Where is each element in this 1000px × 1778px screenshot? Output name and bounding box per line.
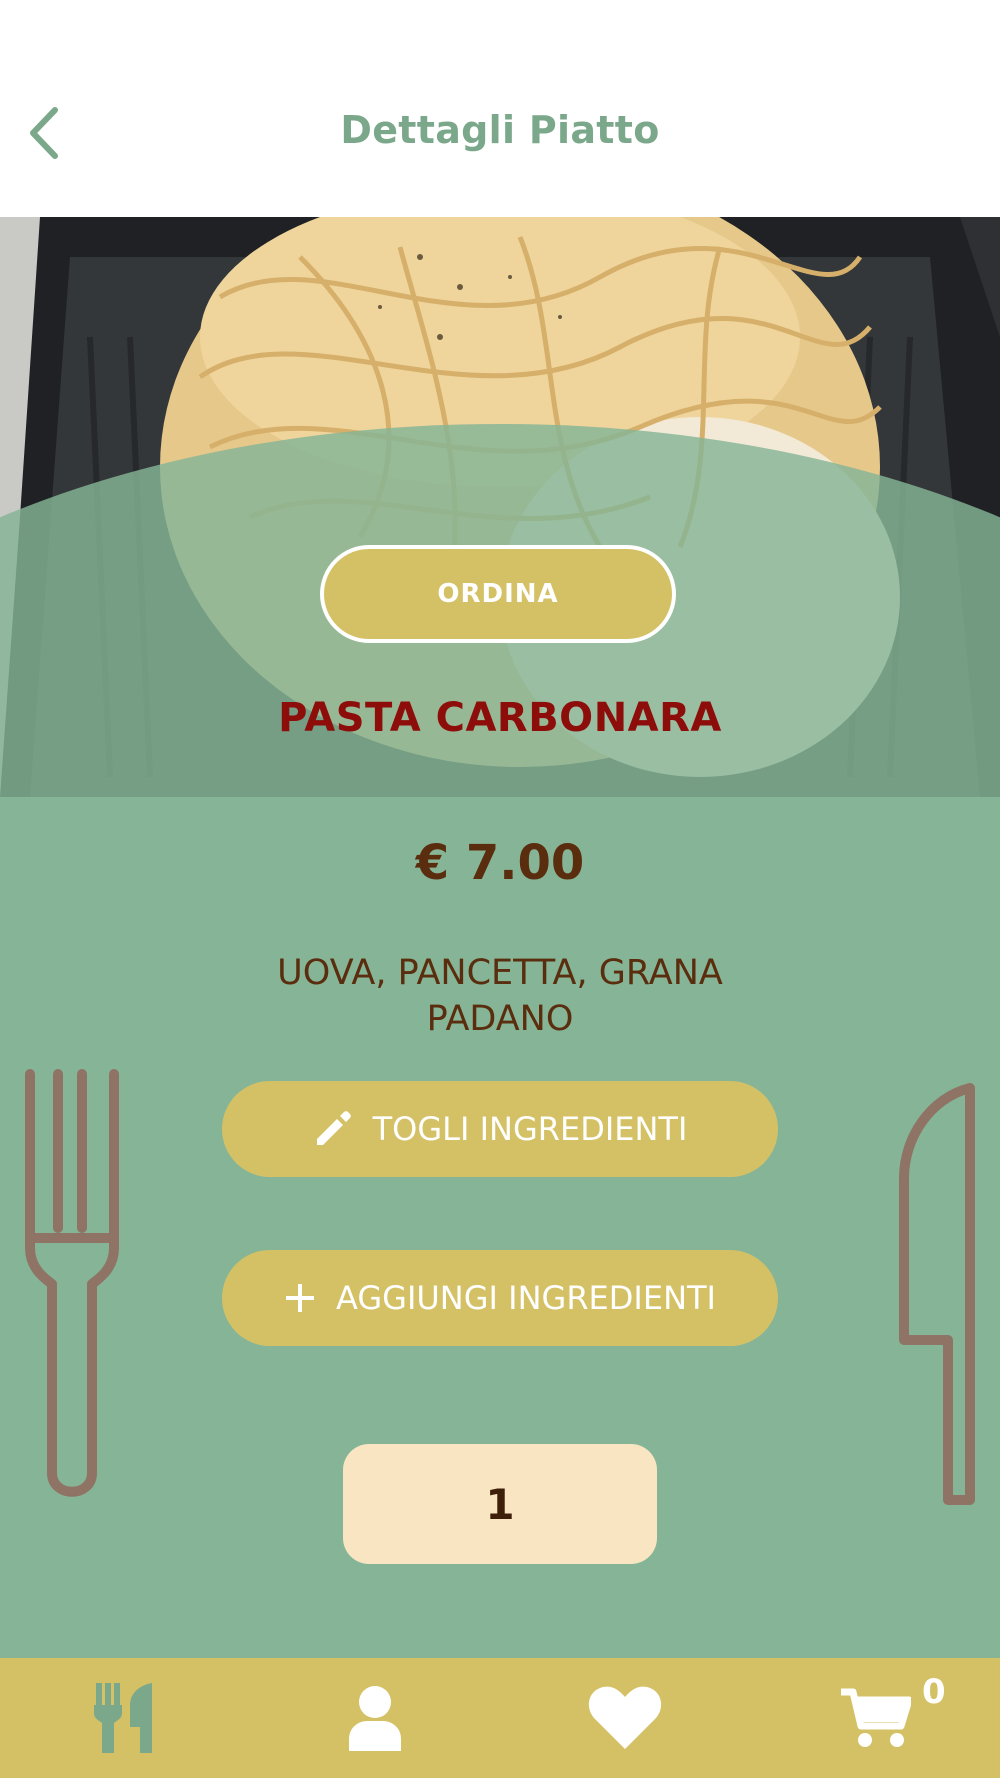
tab-menu[interactable] — [80, 1676, 170, 1760]
quantity-display[interactable]: 1 — [343, 1444, 657, 1564]
remove-ingredients-label: TOGLI INGREDIENTI — [372, 1110, 688, 1148]
order-button[interactable]: ORDINA — [320, 545, 676, 643]
dish-ingredients: UOVA, PANCETTA, GRANA PADANO — [277, 953, 723, 1039]
user-icon — [349, 1686, 401, 1751]
utensils-icon — [94, 1683, 152, 1753]
page-title: Dettagli Piatto — [340, 108, 660, 152]
knife-decoration-icon — [899, 1083, 975, 1505]
tab-profile[interactable] — [330, 1676, 420, 1760]
tab-favorites[interactable] — [580, 1676, 670, 1760]
remove-ingredients-button[interactable]: TOGLI INGREDIENTI — [222, 1081, 778, 1177]
heart-icon — [588, 1686, 662, 1749]
dish-name: PASTA CARBONARA — [278, 695, 722, 741]
pencil-icon — [313, 1109, 353, 1149]
plus-icon — [284, 1282, 316, 1314]
fork-decoration-icon — [25, 1069, 119, 1497]
cart-icon — [841, 1688, 911, 1747]
add-ingredients-label: AGGIUNGI INGREDIENTI — [336, 1279, 716, 1317]
tab-cart[interactable] — [830, 1676, 920, 1760]
bottom-tab-bar — [0, 1658, 1000, 1778]
add-ingredients-button[interactable]: AGGIUNGI INGREDIENTI — [222, 1250, 778, 1346]
dish-price: € 7.00 — [415, 835, 585, 891]
cart-count-badge: 0 — [922, 1672, 946, 1712]
header-bar: Dettagli Piatto — [0, 0, 1000, 217]
